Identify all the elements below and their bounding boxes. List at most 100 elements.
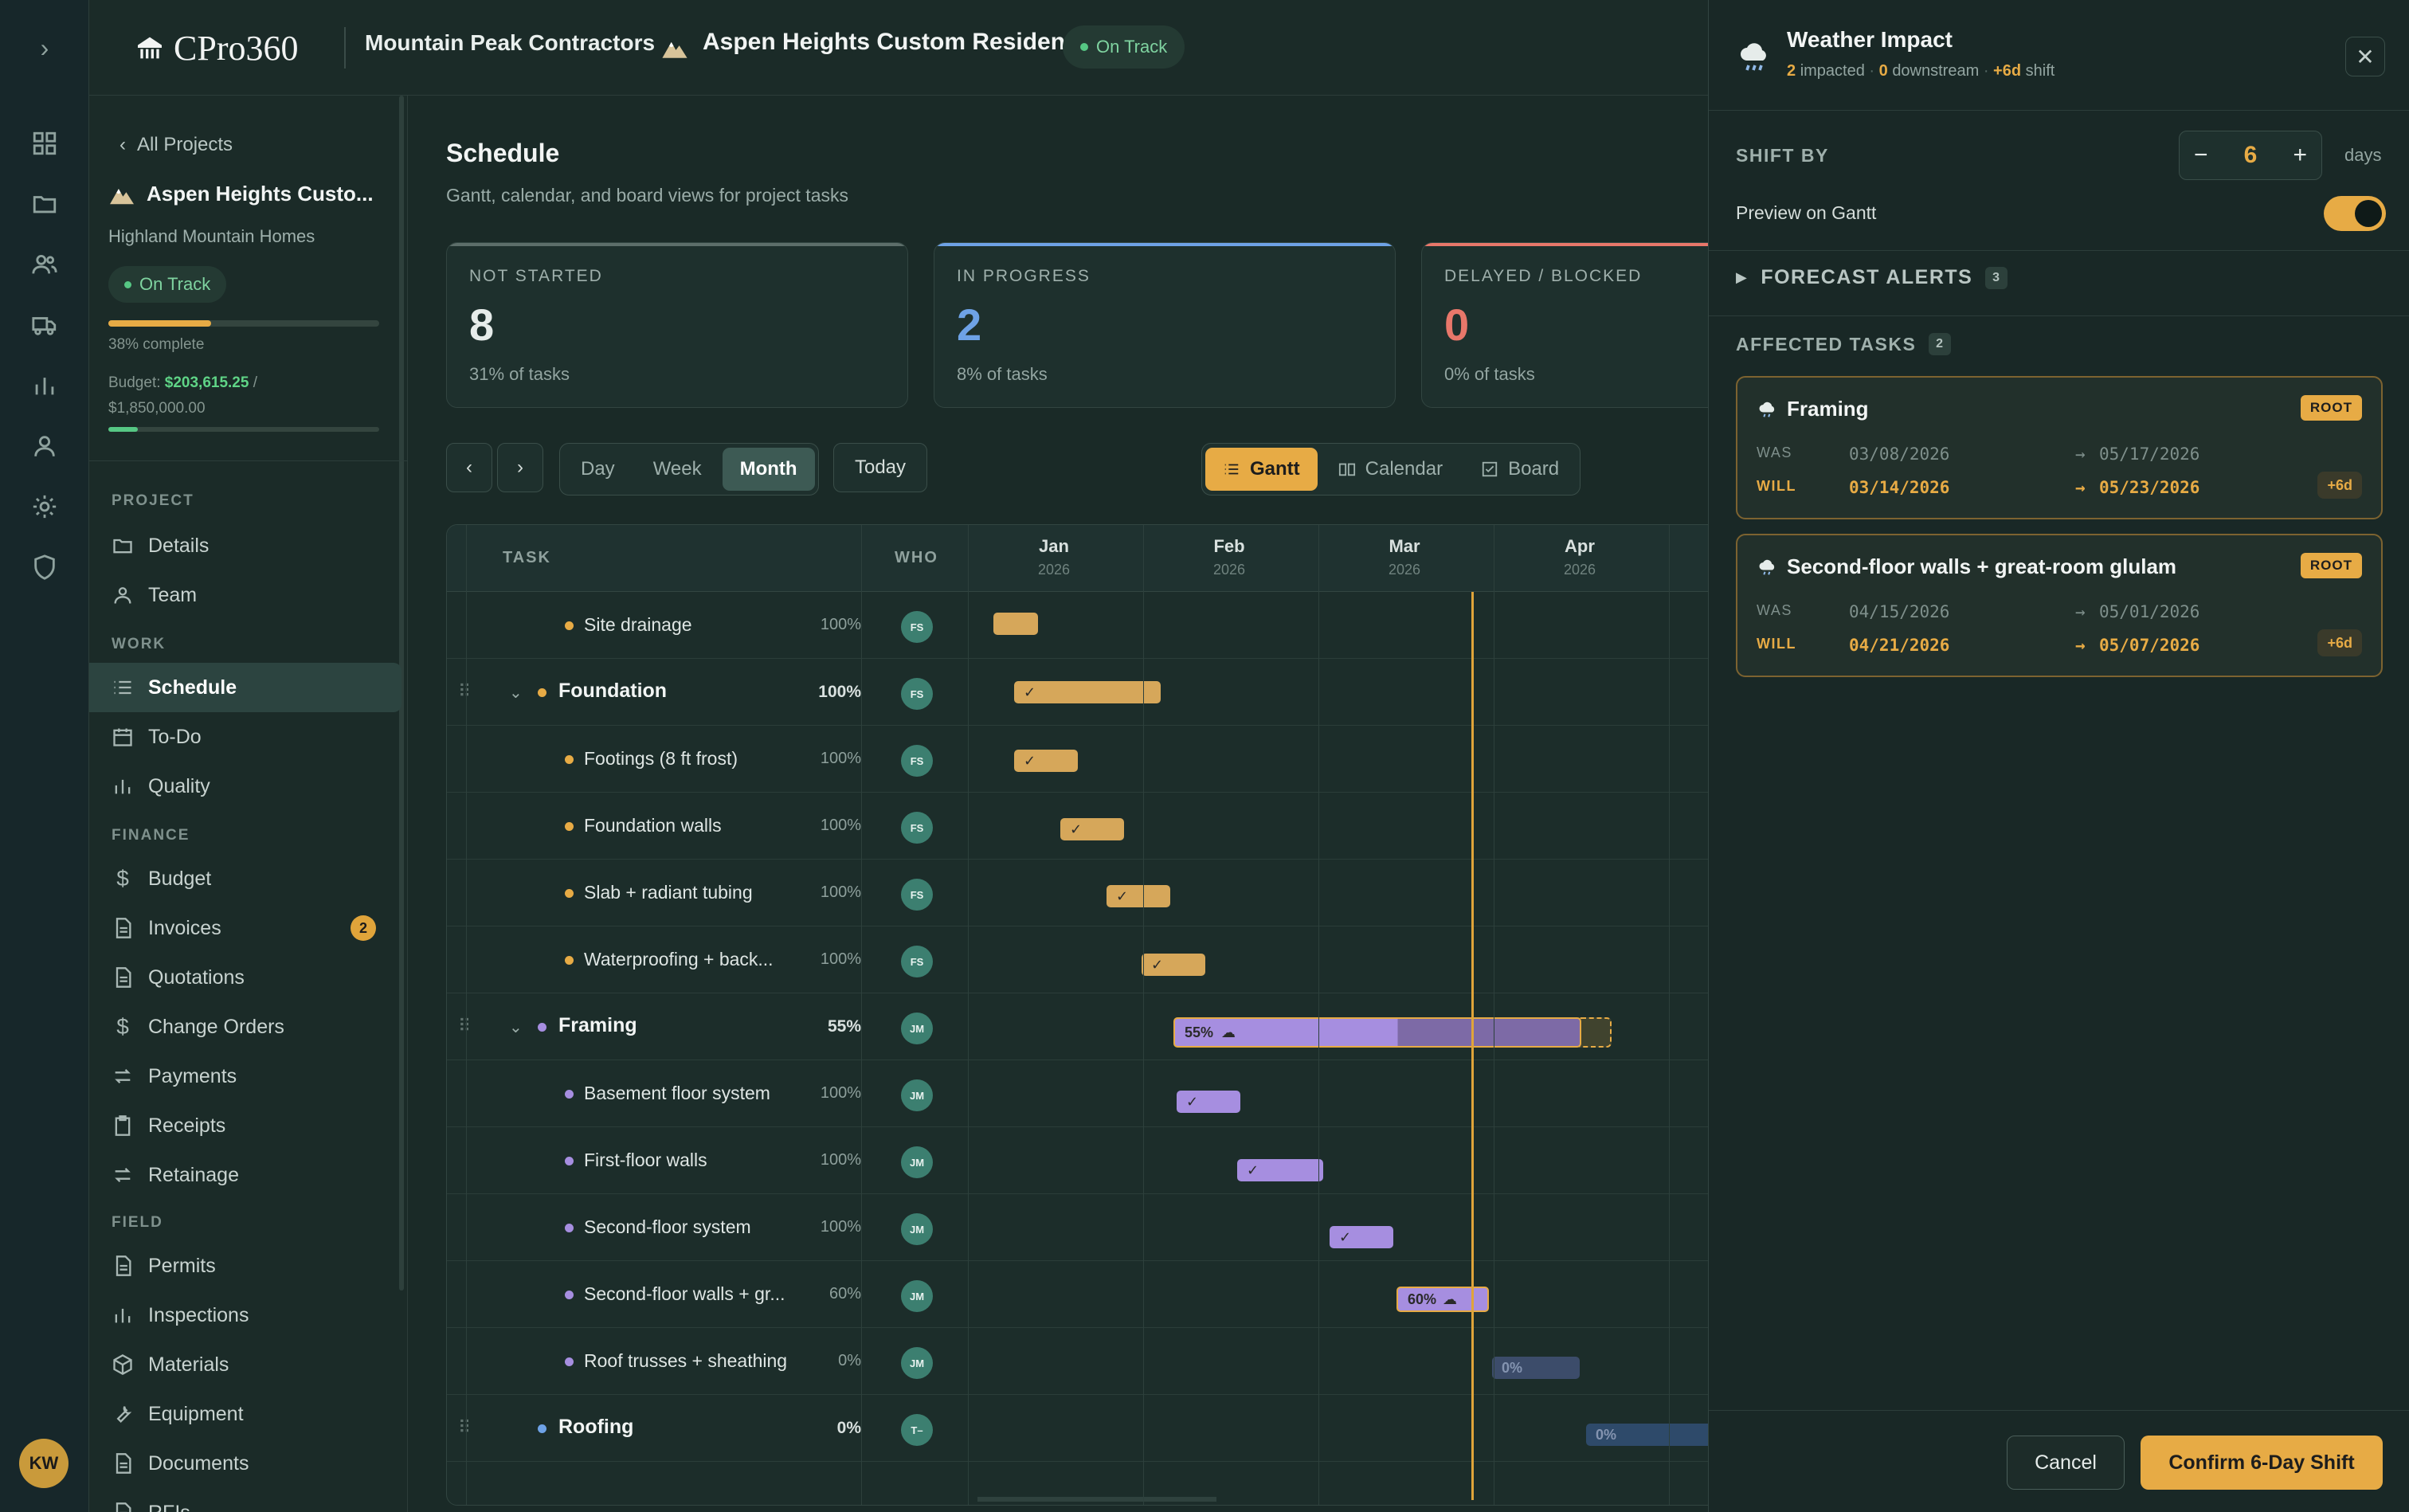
today-button[interactable]: Today bbox=[833, 443, 927, 492]
sidebar-item-budget[interactable]: $ Budget bbox=[89, 854, 402, 903]
range-month[interactable]: Month bbox=[722, 448, 815, 491]
stat-card-delayed[interactable]: DELAYED / BLOCKED 0 0% of tasks bbox=[1421, 242, 1708, 408]
sidebar-item-documents[interactable]: Documents bbox=[89, 1439, 402, 1488]
bar-framing[interactable]: 55% ☁ bbox=[1173, 1017, 1581, 1048]
drag-handle-icon[interactable]: ⠿ bbox=[458, 1016, 471, 1036]
sidebar-item-receipts[interactable]: Receipts bbox=[89, 1101, 402, 1150]
table-row[interactable]: ⠿ Roofing 0% T– bbox=[447, 1395, 1708, 1462]
sidebar-item-schedule[interactable]: Schedule bbox=[89, 663, 402, 712]
range-day[interactable]: Day bbox=[563, 448, 633, 491]
bar-foundation-walls[interactable]: ✓ bbox=[1060, 818, 1124, 840]
table-row[interactable]: First-floor walls 100% JM bbox=[447, 1127, 1708, 1194]
bar-foundation[interactable]: ✓ bbox=[1014, 681, 1161, 703]
avatar[interactable]: KW bbox=[19, 1439, 69, 1488]
chevron-down-icon[interactable]: ⌄ bbox=[509, 683, 523, 703]
sidebar-item-team[interactable]: Team bbox=[89, 570, 402, 620]
sidebar-item-permits[interactable]: Permits bbox=[89, 1241, 402, 1291]
range-week[interactable]: Week bbox=[636, 448, 719, 491]
table-row[interactable]: Second-floor walls + gr... 60% JM bbox=[447, 1261, 1708, 1328]
table-row[interactable]: Waterproofing + back... 100% FS bbox=[447, 926, 1708, 993]
assignee-avatar[interactable]: JM bbox=[901, 1146, 933, 1178]
view-board[interactable]: Board bbox=[1463, 448, 1577, 491]
stat-card-in-progress[interactable]: IN PROGRESS 2 8% of tasks bbox=[934, 242, 1396, 408]
company-name[interactable]: Mountain Peak Contractors bbox=[365, 30, 655, 56]
table-row[interactable]: Basement floor system 100% JM bbox=[447, 1060, 1708, 1127]
assignee-avatar[interactable]: FS bbox=[901, 611, 933, 643]
prev-button[interactable]: ‹ bbox=[446, 443, 492, 492]
bar-second-floor-walls[interactable]: 60% ☁ bbox=[1396, 1287, 1489, 1312]
bar-basement-floor[interactable]: ✓ bbox=[1177, 1091, 1240, 1113]
sidebar-item-change-orders[interactable]: $ Change Orders bbox=[89, 1002, 402, 1052]
minus-icon[interactable]: − bbox=[2194, 142, 2208, 169]
folder-icon[interactable] bbox=[25, 185, 64, 223]
shift-days-stepper[interactable]: − 6 + bbox=[2179, 131, 2322, 180]
affected-task-card[interactable]: Framing ROOT WAS 03/08/2026 → 05/17/2026… bbox=[1736, 376, 2383, 519]
grid-line bbox=[1669, 525, 1670, 1505]
truck-icon[interactable] bbox=[25, 306, 64, 344]
affected-task-card[interactable]: Second-floor walls + great-room glulam R… bbox=[1736, 534, 2383, 677]
budget-sep: / bbox=[249, 374, 258, 391]
sidebar-item-details[interactable]: Details bbox=[89, 521, 402, 570]
view-calendar[interactable]: Calendar bbox=[1321, 448, 1460, 491]
bar-slab[interactable]: ✓ bbox=[1107, 885, 1170, 907]
table-row[interactable]: Slab + radiant tubing 100% FS bbox=[447, 860, 1708, 926]
chevron-down-icon[interactable]: ⌄ bbox=[509, 1017, 523, 1037]
plus-icon[interactable]: + bbox=[2293, 142, 2307, 169]
sidebar-item-rfis[interactable]: RFIs bbox=[89, 1488, 402, 1512]
bar-waterproofing[interactable]: ✓ bbox=[1142, 954, 1205, 976]
shield-icon[interactable] bbox=[25, 548, 64, 586]
sidebar-item-inspections[interactable]: Inspections bbox=[89, 1291, 402, 1340]
chevron-right-icon[interactable]: › bbox=[32, 35, 57, 61]
bar-second-floor-system[interactable]: ✓ bbox=[1330, 1226, 1393, 1248]
bar-site-drainage[interactable] bbox=[993, 613, 1038, 635]
root-badge: ROOT bbox=[2300, 553, 2362, 578]
assignee-avatar[interactable]: JM bbox=[901, 1013, 933, 1044]
stat-card-not-started[interactable]: NOT STARTED 8 31% of tasks bbox=[446, 242, 908, 408]
assignee-avatar[interactable]: FS bbox=[901, 946, 933, 977]
next-button[interactable]: › bbox=[497, 443, 543, 492]
bar-footings[interactable]: ✓ bbox=[1014, 750, 1078, 772]
back-link[interactable]: ‹ All Projects bbox=[119, 134, 233, 156]
assignee-avatar[interactable]: FS bbox=[901, 745, 933, 777]
drag-handle-icon[interactable]: ⠿ bbox=[458, 1417, 471, 1438]
sidebar-item-quality[interactable]: Quality bbox=[89, 762, 402, 811]
sidebar-item-label: Materials bbox=[148, 1353, 229, 1376]
assignee-avatar[interactable]: JM bbox=[901, 1280, 933, 1312]
preview-toggle[interactable] bbox=[2324, 196, 2386, 231]
user-icon[interactable] bbox=[25, 427, 64, 465]
sidebar-item-todo[interactable]: To-Do bbox=[89, 712, 402, 762]
stat-pct: 0% of tasks bbox=[1444, 364, 1535, 384]
assignee-avatar[interactable]: JM bbox=[901, 1079, 933, 1111]
sidebar-item-payments[interactable]: Payments bbox=[89, 1052, 402, 1101]
divider bbox=[1709, 1410, 2409, 1411]
assignee-avatar[interactable]: FS bbox=[901, 879, 933, 911]
year-label: 2026 bbox=[1037, 562, 1071, 578]
gantt-scrollbar[interactable] bbox=[977, 1497, 1216, 1502]
table-row[interactable]: Second-floor system 100% JM bbox=[447, 1194, 1708, 1261]
chart-icon[interactable] bbox=[25, 366, 64, 405]
view-gantt[interactable]: Gantt bbox=[1205, 448, 1318, 491]
confirm-shift-button[interactable]: Confirm 6-Day Shift bbox=[2141, 1436, 2383, 1490]
bar-roof-trusses[interactable]: 0% bbox=[1492, 1357, 1580, 1379]
table-row[interactable]: Site drainage 100% FS bbox=[447, 592, 1708, 659]
assignee-avatar[interactable]: T– bbox=[901, 1414, 933, 1446]
assignee-avatar[interactable]: JM bbox=[901, 1213, 933, 1245]
sidebar-item-equipment[interactable]: Equipment bbox=[89, 1389, 402, 1439]
forecast-alerts-toggle[interactable]: ▶ FORECAST ALERTS 3 bbox=[1736, 266, 2008, 289]
bar-roofing[interactable]: 0% bbox=[1586, 1424, 1708, 1446]
dashboard-icon[interactable] bbox=[25, 124, 64, 163]
sidebar-item-invoices[interactable]: Invoices 2 bbox=[89, 903, 402, 953]
assignee-avatar[interactable]: FS bbox=[901, 812, 933, 844]
gear-icon[interactable] bbox=[25, 488, 64, 526]
bar-first-floor-walls[interactable]: ✓ bbox=[1237, 1159, 1323, 1181]
sidebar-item-retainage[interactable]: Retainage bbox=[89, 1150, 402, 1200]
cancel-button[interactable]: Cancel bbox=[2007, 1436, 2125, 1490]
drag-handle-icon[interactable]: ⠿ bbox=[458, 681, 471, 702]
sidebar-item-quotations[interactable]: Quotations bbox=[89, 953, 402, 1002]
sidebar-item-materials[interactable]: Materials bbox=[89, 1340, 402, 1389]
assignee-avatar[interactable]: FS bbox=[901, 678, 933, 710]
assignee-avatar[interactable]: JM bbox=[901, 1347, 933, 1379]
logo[interactable]: CPro360 bbox=[134, 24, 298, 72]
close-button[interactable]: ✕ bbox=[2345, 37, 2385, 76]
users-icon[interactable] bbox=[25, 245, 64, 284]
